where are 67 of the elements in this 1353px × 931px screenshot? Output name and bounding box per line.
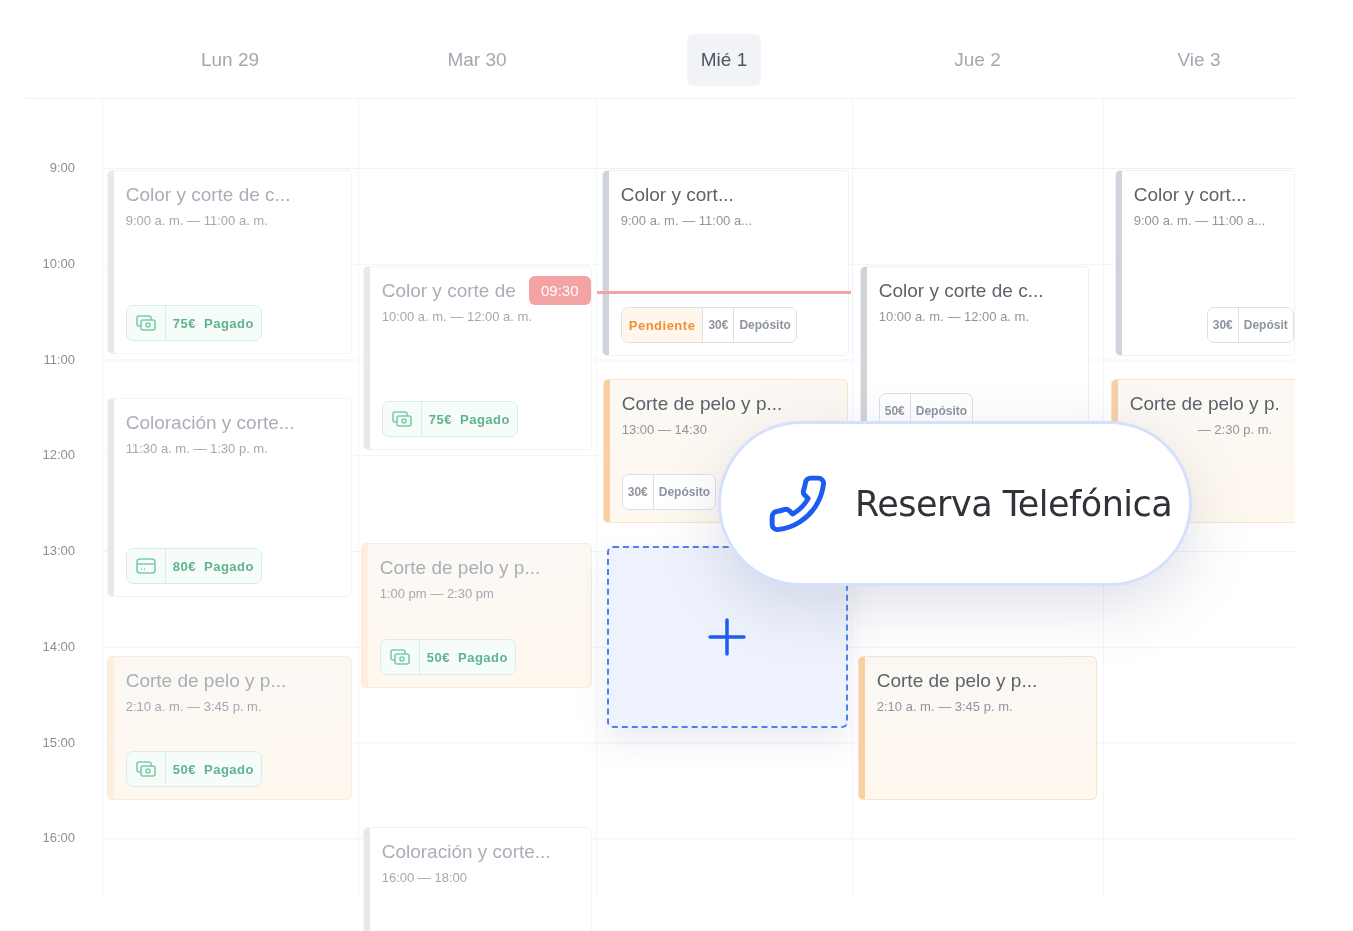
appointment-title: Coloración y corte...: [125, 411, 295, 435]
appointment-title: Coloración y corte...: [381, 840, 551, 864]
appointment-title: Color y corte de: [381, 279, 516, 303]
deposit-label: Depósit: [1237, 308, 1293, 342]
appointment-time: 11:30 a. m. — 1:30 p. m.: [125, 441, 268, 456]
appointment-title: Color y cort...: [620, 183, 734, 207]
status-label: Pendiente: [621, 308, 703, 342]
deposit-label: 30€: [1211, 317, 1234, 334]
payment-label: 50€ Pagado: [164, 752, 261, 786]
appointment-title: Color y corte de c...: [878, 279, 1044, 303]
deposit-label: 30€: [626, 484, 649, 501]
appointment-time: 9:00 a. m. — 11:00 a. m.: [125, 213, 268, 228]
day-header[interactable]: Jue 2: [940, 34, 1015, 86]
appointment-time: 10:00 a. m. — 12:00 a. m.: [381, 309, 532, 324]
hour-label: 11:00: [43, 351, 75, 368]
payment-label: 75€ Pagado: [420, 402, 517, 436]
hour-label: 14:00: [42, 638, 75, 655]
appointment-card[interactable]: Coloración y corte... 16:00 — 18:00: [362, 827, 592, 931]
hour-label: 10:00: [42, 255, 75, 272]
payment-label: 50€ Pagado: [418, 640, 515, 674]
new-appointment-slot[interactable]: [606, 546, 848, 728]
appointment-card[interactable]: Corte de pelo y p... 2:10 a. m. — 3:45 p. m. 50€ Pagado: [106, 656, 352, 800]
appointment-title: Color y cort...: [1133, 183, 1247, 207]
day-header[interactable]: Mar 30: [433, 34, 521, 86]
hour-label: 13:00: [42, 543, 75, 559]
appointment-title: Corte de pelo y p...: [379, 556, 541, 580]
current-time-badge: 09:30: [529, 276, 591, 305]
appointment-title: Corte de pelo y p.: [1129, 392, 1280, 416]
hour-label: 9:00: [49, 160, 75, 176]
deposit-label: Depósito: [652, 475, 716, 509]
appointment-card[interactable]: Color y cort... 9:00 a. m. — 11:00 a... 30€ Depósit: [1114, 170, 1295, 356]
cash-icon: [135, 315, 156, 331]
appointment-time: 9:00 a. m. — 11:00 a...: [620, 213, 753, 228]
appointment-card[interactable]: Color y cort... 9:00 a. m. — 11:00 a... Pendiente 30€ Depósito: [601, 170, 849, 356]
appointment-title: Corte de pelo y p...: [876, 669, 1038, 693]
appointment-title: Corte de pelo y p...: [125, 669, 287, 693]
appointment-time: 2:10 a. m. — 3:45 p. m.: [125, 699, 262, 714]
plus-icon: [708, 618, 747, 656]
appointment-time: 9:00 a. m. — 11:00 a...: [1133, 213, 1266, 228]
deposit-label: 30€: [702, 308, 734, 342]
hour-label: 16:00: [42, 830, 75, 847]
appointment-time: 13:00 — 14:30: [621, 422, 708, 437]
phone-booking-popup[interactable]: Reserva Telefónica: [718, 421, 1192, 586]
cash-icon: [135, 761, 156, 777]
day-header[interactable]: Mié 1: [686, 34, 762, 86]
appointment-title: Corte de pelo y p...: [621, 392, 783, 416]
deposit-label: Depósito: [733, 308, 796, 342]
appointment-card[interactable]: Corte de pelo y p... 1:00 pm — 2:30 pm 50€ Pagado: [360, 543, 592, 688]
appointment-card[interactable]: Coloración y corte... 11:30 a. m. — 1:30 p. m. 80€ Pagado: [106, 398, 352, 597]
appointment-time: 1:00 pm — 2:30 pm: [379, 586, 494, 601]
appointment-card[interactable]: Corte de pelo y p... 2:10 a. m. — 3:45 p. m.: [857, 656, 1097, 800]
cash-icon: [391, 411, 412, 427]
deposit-label: 50€: [883, 403, 906, 420]
appointment-time: 16:00 — 18:00: [381, 870, 467, 885]
credit-card-icon: [135, 558, 156, 574]
appointment-time: 2:10 a. m. — 3:45 p. m.: [876, 699, 1013, 714]
hour-label: 12:00: [42, 447, 75, 464]
hour-label: 15:00: [42, 734, 75, 751]
appointment-time: — 2:30 p. m.: [1196, 422, 1273, 437]
day-header[interactable]: Vie 3: [1163, 34, 1235, 86]
cash-icon: [389, 649, 410, 665]
appointment-time: 10:00 a. m. — 12:00 a. m.: [878, 309, 1030, 324]
payment-label: 75€ Pagado: [164, 306, 261, 340]
day-header[interactable]: Lun 29: [186, 34, 274, 86]
payment-label: 80€ Pagado: [164, 549, 261, 583]
appointment-card[interactable]: Color y corte de c... 9:00 a. m. — 11:00 a. m. 75€ Pagado: [106, 170, 352, 354]
appointment-title: Color y corte de c...: [125, 183, 291, 207]
